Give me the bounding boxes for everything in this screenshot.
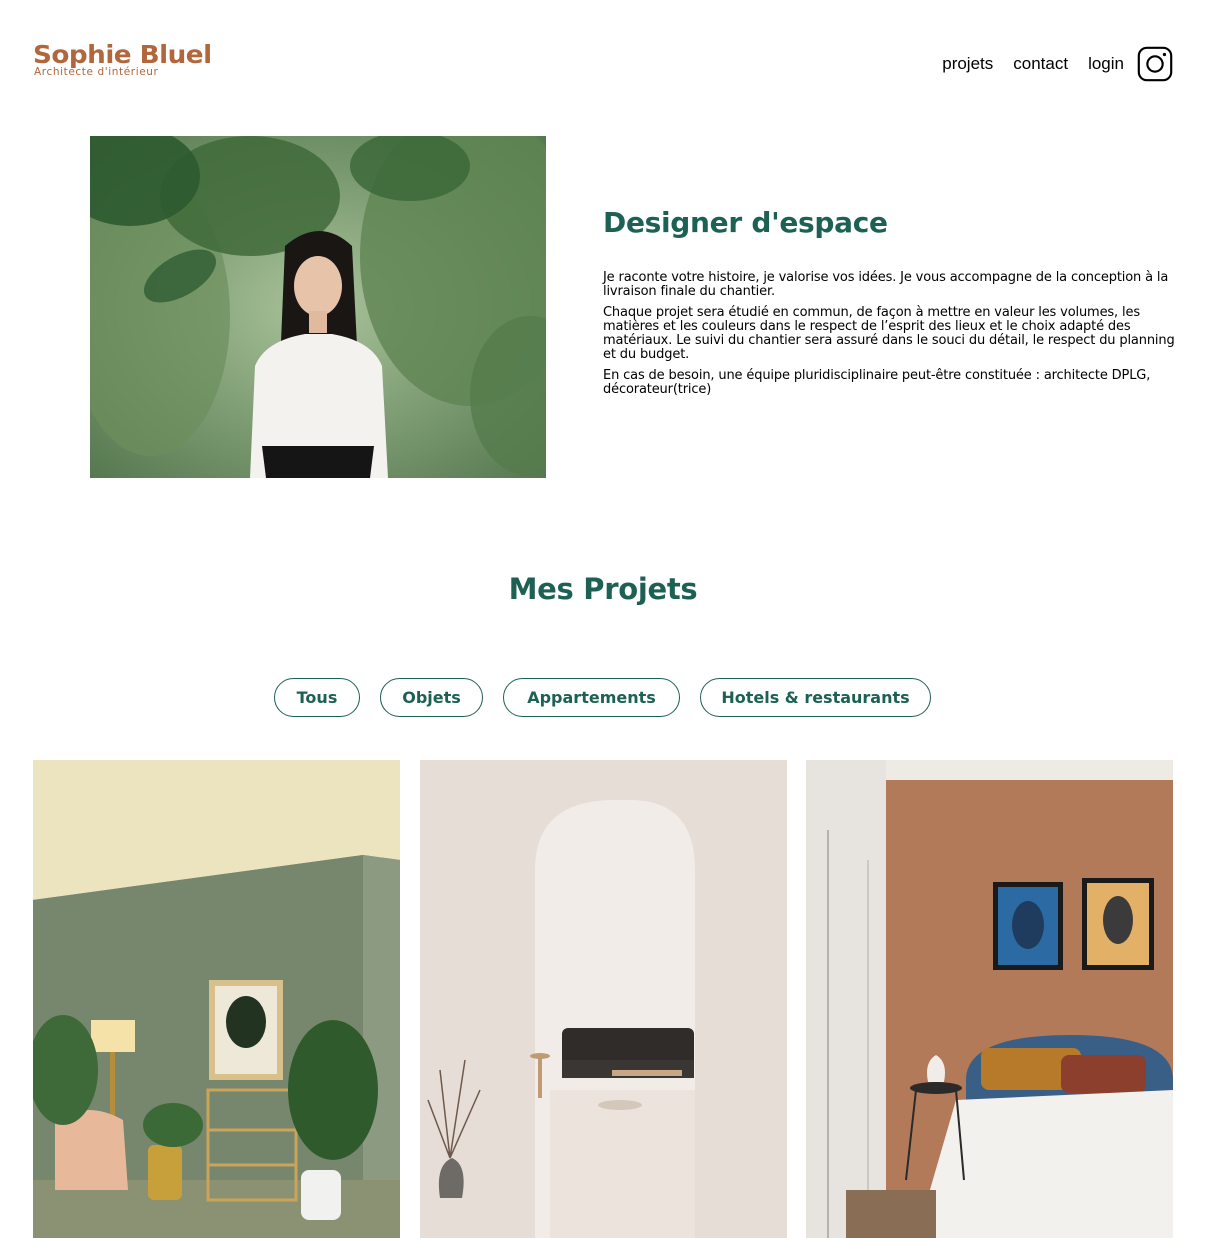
gallery-item[interactable] bbox=[806, 760, 1173, 1238]
nav-link-login[interactable]: login bbox=[1088, 44, 1124, 84]
project-image bbox=[806, 760, 1173, 1238]
main-nav: projets contact login bbox=[922, 44, 1173, 84]
nav-link-contact[interactable]: contact bbox=[1013, 44, 1068, 84]
project-image bbox=[33, 760, 400, 1238]
filter-bar: Tous Objets Appartements Hotels & restau… bbox=[274, 678, 951, 717]
intro-paragraph: Je raconte votre histoire, je valorise v… bbox=[603, 270, 1169, 299]
nav-link-projets[interactable]: projets bbox=[942, 44, 993, 84]
brand-subtitle: Architecte d'intérieur bbox=[34, 66, 159, 78]
filter-objets[interactable]: Objets bbox=[380, 678, 483, 717]
intro-title: Designer d'espace bbox=[603, 206, 888, 239]
intro-paragraph: Chaque projet sera étudié en commun, de … bbox=[603, 305, 1175, 362]
site-header: Sophie Bluel Architecte d'intérieur proj… bbox=[33, 40, 1173, 90]
instagram-icon[interactable] bbox=[1137, 46, 1173, 82]
portrait-photo bbox=[90, 136, 546, 478]
projects-title: Mes Projets bbox=[508, 572, 698, 606]
intro-text: Designer d'espace Je raconte votre histo… bbox=[603, 206, 1175, 404]
intro-paragraph: En cas de besoin, une équipe pluridiscip… bbox=[603, 368, 1151, 397]
project-image bbox=[420, 760, 787, 1238]
gallery-item[interactable] bbox=[33, 760, 400, 1238]
filter-appartements[interactable]: Appartements bbox=[503, 678, 680, 717]
gallery-item[interactable] bbox=[420, 760, 787, 1238]
filter-tous[interactable]: Tous bbox=[274, 678, 360, 717]
filter-hotels-restaurants[interactable]: Hotels & restaurants bbox=[700, 678, 931, 717]
